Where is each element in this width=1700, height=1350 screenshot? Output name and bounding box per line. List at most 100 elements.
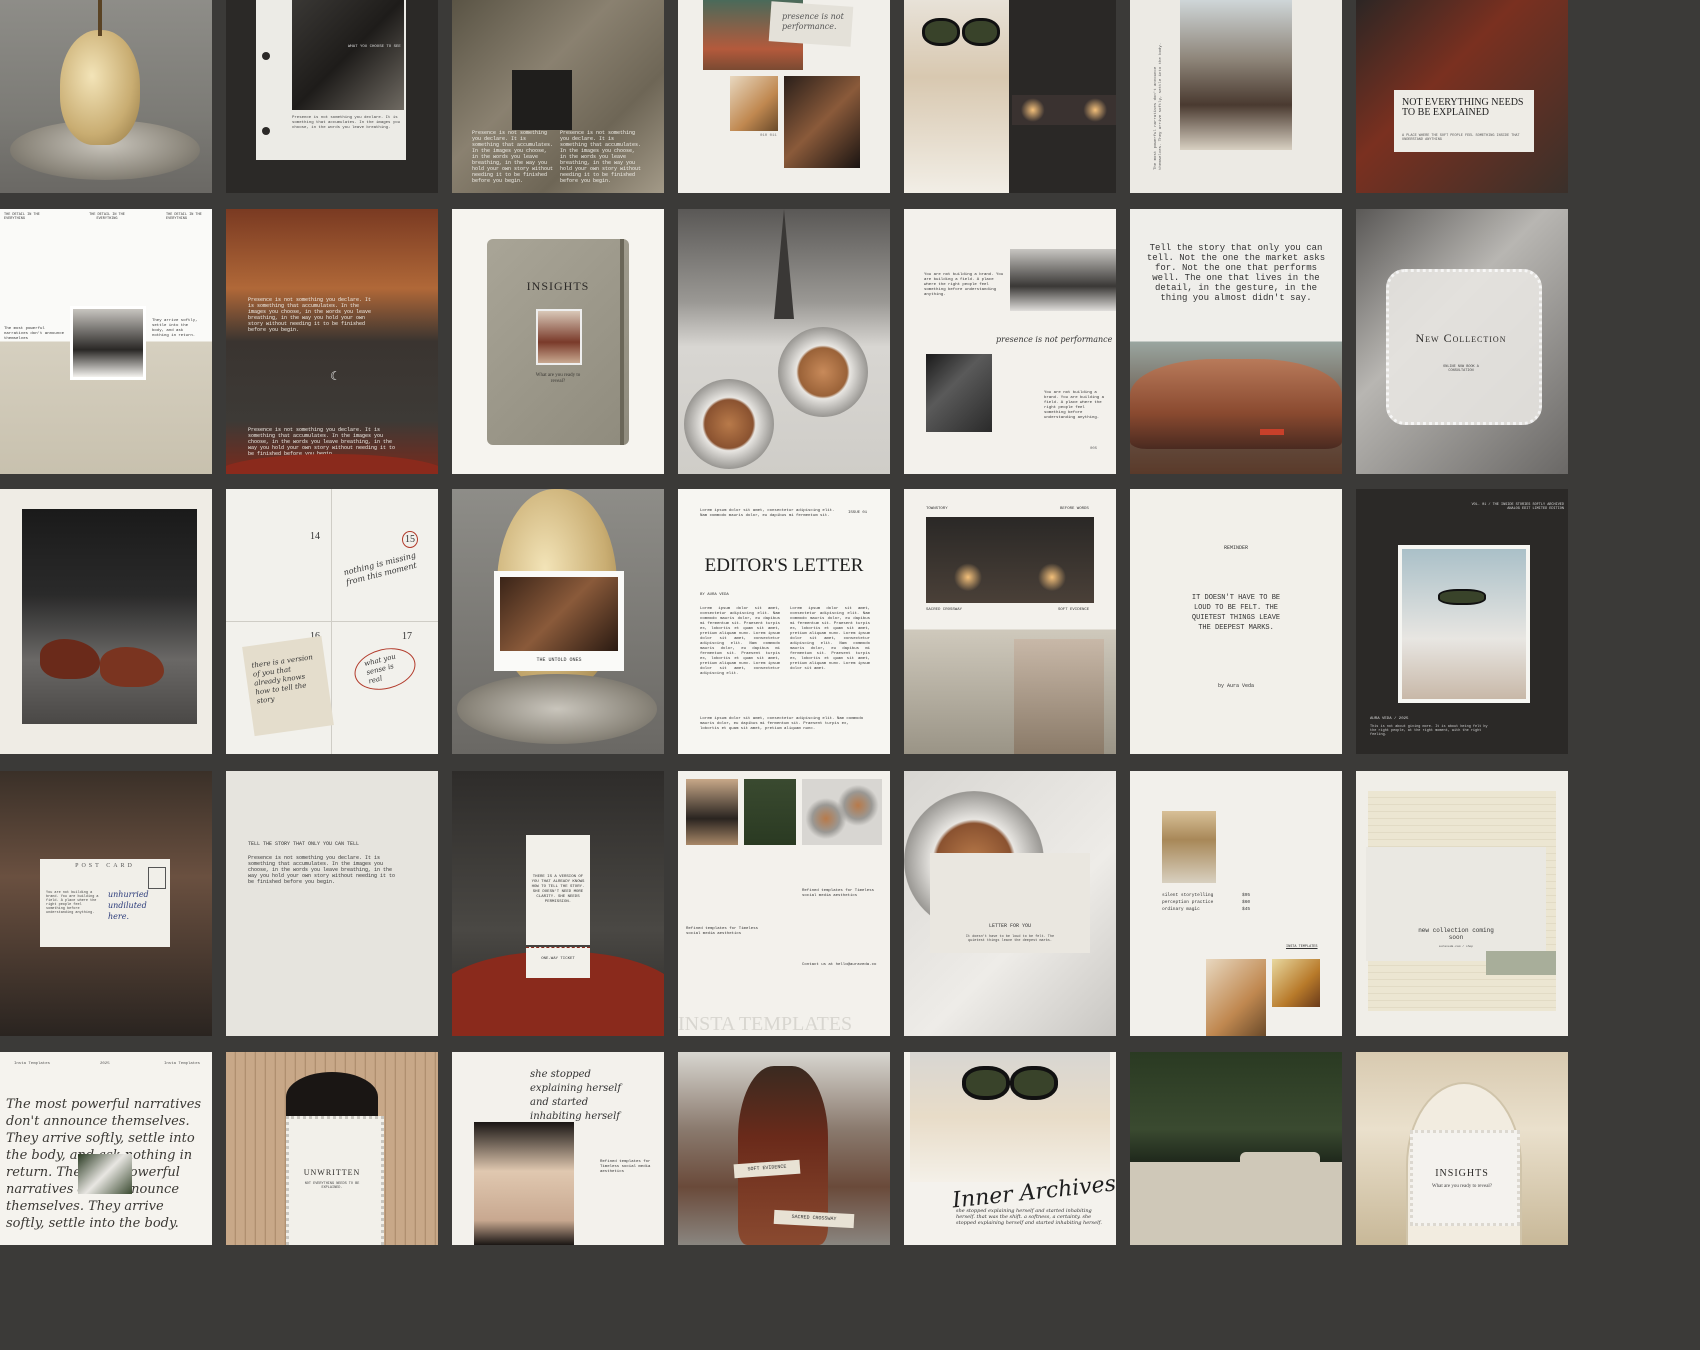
linen-header-mid: THE DETAIL IN THE EVERYTHING bbox=[89, 213, 125, 221]
price-value-2: $60 bbox=[1242, 900, 1251, 905]
collage-couple bbox=[784, 76, 860, 168]
coming-soon-envelope bbox=[1366, 847, 1546, 961]
untold-face bbox=[500, 577, 618, 651]
tell-body: Presence is not something you declare. I… bbox=[248, 855, 396, 885]
tile-r2c7-new-collection[interactable]: New Collection ONLINE NOW BOOK A CONSULT… bbox=[1356, 209, 1568, 474]
sunglasses-right-lens bbox=[962, 18, 1000, 46]
tile-r5c5-inner-archives[interactable]: Inner Archives she stopped explaining he… bbox=[904, 1052, 1116, 1245]
tell-headline: TELL THE STORY THAT ONLY YOU CAN TELL bbox=[248, 841, 360, 847]
ticket-stub: ONE-WAY TICKET bbox=[541, 957, 575, 961]
untold-caption: THE UNTOLD ONES bbox=[536, 657, 582, 663]
headlights-portrait bbox=[1014, 639, 1104, 754]
coming-soon-text: new collection coming soon bbox=[1418, 927, 1494, 941]
tile-r1c2-notebook[interactable]: WHAT YOU CHOOSE TO SEE Presence is not s… bbox=[226, 0, 438, 193]
tile-r1c7-armchair[interactable]: NOT EVERYTHING NEEDS TO BE EXPLAINED A P… bbox=[1356, 0, 1568, 193]
pear-stem bbox=[98, 0, 102, 36]
letter-outro: Lorem ipsum dolor sit amet, consectetur … bbox=[700, 717, 864, 731]
vol-portrait bbox=[1398, 545, 1530, 703]
calendar-day-15: 15 bbox=[402, 531, 418, 548]
tile-r5c4-soft-evidence[interactable]: SOFT EVIDENCE SACRED CROSSWAY bbox=[678, 1052, 890, 1245]
armchair-body-bottom: Presence is not something you declare. I… bbox=[248, 427, 396, 457]
letter-envelope-body: It doesn't have to be loud to be felt. T… bbox=[965, 935, 1055, 943]
inhabiting-portrait bbox=[474, 1122, 574, 1245]
armchair-sub: A PLACE WHERE THE SOFT PEOPLE FEEL SOMET… bbox=[1402, 134, 1520, 142]
notebook-photo bbox=[292, 0, 404, 110]
door-question: What are you ready to reveal? bbox=[1431, 1184, 1493, 1189]
headlights-cap-right: SOFT EVIDENCE bbox=[1058, 608, 1090, 612]
calendar-day-17: 17 bbox=[402, 631, 412, 642]
tile-r4c2-tell-story[interactable]: TELL THE STORY THAT ONLY YOU CAN TELL Pr… bbox=[226, 771, 438, 1036]
headlights-top-right: BEFORE WORDS bbox=[1060, 507, 1089, 511]
headlights-top-left: TOWNSTORY bbox=[926, 507, 948, 511]
tile-r3c7-vol[interactable]: VOL. 01 / THE INSIDE STORIES SOFTLY ARCH… bbox=[1356, 489, 1568, 754]
tile-r5c7-insights-door[interactable]: INSIGHTS What are you ready to reveal? bbox=[1356, 1052, 1568, 1245]
moon-glyph: ☾ bbox=[330, 369, 341, 383]
tile-r1c6-paris[interactable]: The most powerful narratives don't annou… bbox=[1130, 0, 1342, 193]
tile-r1c1-pear[interactable] bbox=[0, 0, 212, 193]
script-header-left: Insta Templates bbox=[14, 1062, 51, 1066]
tile-r1c5-sunglasses[interactable] bbox=[904, 0, 1116, 193]
script-header-right: Insta Templates bbox=[164, 1062, 201, 1066]
binder-hole-top bbox=[262, 52, 270, 60]
reminder-kicker: REMINDER bbox=[1223, 545, 1248, 551]
story-quote: Tell the story that only you can tell. N… bbox=[1146, 243, 1326, 303]
tile-r3c3-untold[interactable]: THE UNTOLD ONES bbox=[452, 489, 664, 754]
archives-lens-left bbox=[962, 1066, 1010, 1100]
tile-r4c5-letter-for-you[interactable]: LETTER FOR YOU It doesn't have to be lou… bbox=[904, 771, 1116, 1036]
tile-r5c1-script[interactable]: Insta Templates 2025 Insta Templates The… bbox=[0, 1052, 212, 1245]
binder-hole-bottom bbox=[262, 127, 270, 135]
tile-r2c5-presence[interactable]: You are not building a brand. You are bu… bbox=[904, 209, 1116, 474]
refined-contact: Contact us at hello@auraveda.co bbox=[802, 963, 877, 967]
tile-r2c4-espresso[interactable] bbox=[678, 209, 890, 474]
tile-r3c1-loafers[interactable] bbox=[0, 489, 212, 754]
reminder-quote: IT DOESN'T HAVE TO BE LOUD TO BE FELT. T… bbox=[1191, 594, 1281, 632]
tile-r2c1-linen[interactable]: THE DETAIL IN THE EVERYTHING THE DETAIL … bbox=[0, 209, 212, 474]
tile-r4c4-refined[interactable]: Refined templates for Timeless social me… bbox=[678, 771, 890, 1036]
tile-r3c5-headlights[interactable]: TOWNSTORY BEFORE WORDS SACRED CROSSWAY S… bbox=[904, 489, 1116, 754]
price-oil-photo bbox=[1272, 959, 1320, 1007]
door-title: INSIGHTS bbox=[1435, 1168, 1489, 1179]
armchair-headline: NOT EVERYTHING NEEDS TO BE EXPLAINED bbox=[1402, 97, 1524, 118]
tile-r4c3-ticket[interactable]: THERE IS A VERSION OF YOU THAT ALREADY K… bbox=[452, 771, 664, 1036]
tile-r4c7-coming-soon[interactable]: new collection coming soon auraveda.com … bbox=[1356, 771, 1568, 1036]
postcard-body: You are not building a brand. You are bu… bbox=[46, 891, 99, 915]
price-tag: INSTA TEMPLATES bbox=[1286, 945, 1318, 949]
insights-question: What are you ready to reveal? bbox=[535, 373, 581, 384]
tile-r2c3-insights-notebook[interactable]: INSIGHTS What are you ready to reveal? bbox=[452, 209, 664, 474]
tile-r4c6-price-list[interactable]: silent storytelling $95 perception pract… bbox=[1130, 771, 1342, 1036]
notebook-caption: WHAT YOU CHOOSE TO SEE bbox=[348, 45, 401, 49]
headlights-photo bbox=[926, 517, 1094, 603]
tile-r2c6-story-car[interactable]: Tell the story that only you can tell. N… bbox=[1130, 209, 1342, 474]
eiffel-tower-silhouette bbox=[774, 209, 794, 319]
insights-title: INSIGHTS bbox=[526, 279, 590, 293]
archives-portrait bbox=[910, 1052, 1110, 1182]
tile-r3c6-reminder[interactable]: REMINDER IT DOESN'T HAVE TO BE LOUD TO B… bbox=[1130, 489, 1342, 754]
armchair-body-top: Presence is not something you declare. I… bbox=[248, 297, 372, 333]
reminder-by: by Aura Veda bbox=[1217, 683, 1254, 689]
letter-envelope-title: LETTER FOR YOU bbox=[988, 923, 1031, 929]
vol-sunglasses bbox=[1438, 589, 1486, 605]
linen-header-left: THE DETAIL IN THE EVERYTHING bbox=[4, 213, 40, 221]
tile-r5c6-cinema[interactable] bbox=[1130, 1052, 1342, 1245]
tile-r2c2-armchair-dune[interactable]: Presence is not something you declare. I… bbox=[226, 209, 438, 474]
tile-r1c3-coat[interactable]: Presence is not something you declare. I… bbox=[452, 0, 664, 193]
coming-soon-green-tab bbox=[1486, 951, 1556, 975]
cinema-folder bbox=[1130, 1162, 1342, 1245]
tile-r1c4-collage[interactable]: presence is not performance. 010 011 bbox=[678, 0, 890, 193]
tile-r3c2-calendar[interactable]: 14 15 16 17 nothing is missing from this… bbox=[226, 489, 438, 754]
espresso-cup-right bbox=[778, 327, 868, 417]
letter-issue: ISSUE 01 bbox=[848, 511, 868, 515]
tile-r4c1-postcard[interactable]: POST CARD You are not building a brand. … bbox=[0, 771, 212, 1036]
vol-footer: This is not about giving more. It is abo… bbox=[1370, 725, 1488, 737]
unwritten-sub: NOT EVERYTHING NEEDS TO BE EXPLAINED. bbox=[304, 1182, 360, 1190]
linen-portrait bbox=[70, 306, 146, 380]
tile-r3c4-editors-letter[interactable]: Lorem ipsum dolor sit amet, consectetur … bbox=[678, 489, 890, 754]
letter-byline: BY AURA VEDA bbox=[700, 593, 729, 597]
tile-r5c3-inhabiting[interactable]: she stopped explaining herself and start… bbox=[452, 1052, 664, 1245]
refined-watermark: INSTA TEMPLATES bbox=[678, 1013, 853, 1035]
tile-r5c2-unwritten[interactable]: UNWRITTEN NOT EVERYTHING NEEDS TO BE EXP… bbox=[226, 1052, 438, 1245]
collage-note-text: presence is not performance. bbox=[782, 12, 844, 31]
letter-col2: Lorem ipsum dolor sit amet, consectetur … bbox=[790, 607, 870, 671]
calendar-day-14: 14 bbox=[310, 531, 320, 542]
cinema-folder-tab bbox=[1240, 1152, 1320, 1166]
